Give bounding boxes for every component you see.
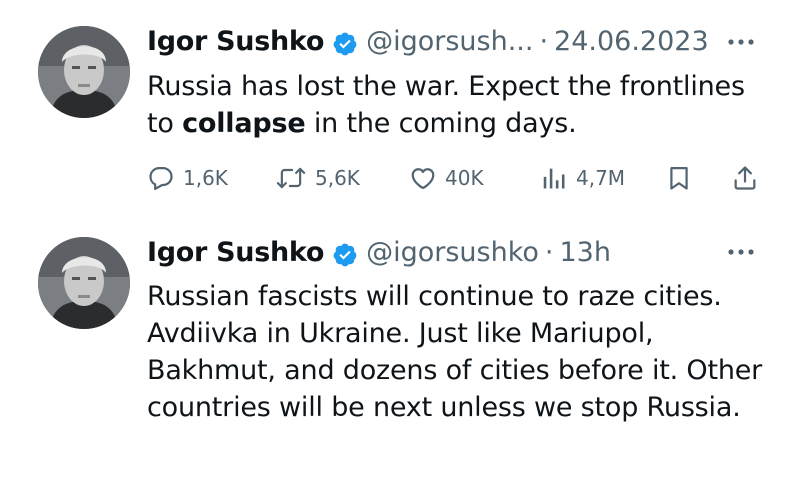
author-handle[interactable]: @igorsush...: [366, 22, 533, 62]
avatar-photo: [38, 237, 130, 329]
tweet-text-part: in the coming days.: [305, 108, 577, 139]
like-button[interactable]: 40K: [409, 164, 484, 192]
author-name[interactable]: Igor Sushko: [147, 22, 324, 62]
tweet-2[interactable]: Igor Sushko @igorsushko · 13h Russian fa…: [0, 225, 800, 481]
tweet-text-bold: collapse: [182, 108, 306, 139]
avatar-photo: [38, 26, 130, 118]
tweet-header: Igor Sushko @igorsushko · 13h: [147, 233, 611, 273]
repost-button[interactable]: 5,6K: [275, 164, 360, 192]
tweet-actions: 1,6K 5,6K 40K 4,7M: [147, 158, 762, 198]
avatar[interactable]: [38, 237, 130, 329]
avatar[interactable]: [38, 26, 130, 118]
bookmark-button[interactable]: [665, 164, 693, 192]
views-count: 4,7M: [576, 166, 626, 190]
tweet-1[interactable]: Igor Sushko @igorsush... · 24.06.2023 Ru…: [0, 0, 800, 225]
views-button[interactable]: 4,7M: [540, 164, 625, 192]
like-count: 40K: [445, 166, 484, 190]
reply-bubble-icon: [149, 166, 173, 191]
reply-button[interactable]: 1,6K: [147, 164, 228, 192]
tweet-text: Russia has lost the war. Expect the fron…: [147, 68, 777, 142]
verified-badge-icon: [332, 29, 358, 56]
author-handle[interactable]: @igorsushko: [366, 233, 539, 273]
bookmark-icon: [670, 166, 688, 190]
tweet-timestamp[interactable]: 13h: [559, 233, 610, 273]
verified-badge-icon: [332, 240, 358, 267]
views-bars-icon: [543, 168, 565, 189]
share-button[interactable]: [731, 164, 759, 192]
separator-dot: ·: [539, 26, 549, 57]
reply-count: 1,6K: [183, 166, 228, 190]
separator-dot: ·: [544, 237, 554, 268]
tweet-header: Igor Sushko @igorsush... · 24.06.2023: [147, 22, 709, 62]
more-dots-icon[interactable]: [726, 37, 756, 47]
tweet-timestamp[interactable]: 24.06.2023: [554, 22, 709, 62]
heart-icon: [411, 168, 435, 190]
repost-count: 5,6K: [315, 166, 360, 190]
repost-arrows-icon: [276, 167, 306, 189]
tweet-text: Russian fascists will continue to raze c…: [147, 281, 763, 423]
share-upload-icon: [734, 166, 756, 190]
author-name[interactable]: Igor Sushko: [147, 233, 324, 273]
more-dots-icon[interactable]: [726, 247, 756, 257]
